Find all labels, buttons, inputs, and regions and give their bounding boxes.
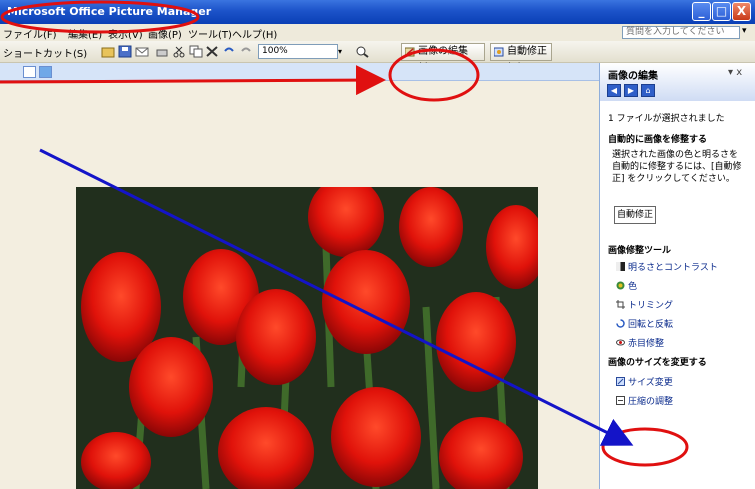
menu-help[interactable]: ヘルプ(H) xyxy=(232,26,277,41)
color-label: 色 xyxy=(628,282,638,292)
edit-pictures-task-pane: 画像の編集 ▾ x ◀ ▶ ⌂ 1 ファイルが選択されました 自動的に画像を修整… xyxy=(599,63,755,489)
back-icon[interactable]: ◀ xyxy=(607,84,621,97)
maximize-button[interactable]: □ xyxy=(712,2,731,21)
print-icon[interactable] xyxy=(155,45,169,58)
task-pane-close-icon[interactable]: ▾ x xyxy=(728,67,742,78)
menu-edit[interactable]: 編集(E) xyxy=(68,26,102,41)
zoom-icon[interactable] xyxy=(355,45,369,58)
selection-status: 1 ファイルが選択されました xyxy=(608,114,725,124)
title-bar: Microsoft Office Picture Manager _ □ X xyxy=(0,0,755,24)
open-folder-icon[interactable] xyxy=(101,45,115,58)
task-pane-title: 画像の編集 xyxy=(608,71,658,82)
window-title: Microsoft Office Picture Manager xyxy=(7,5,212,18)
delete-icon[interactable] xyxy=(205,45,219,58)
pane-auto-correct-button[interactable]: 自動修正 xyxy=(614,206,656,224)
brightness-contrast-label: 明るさとコントラスト xyxy=(628,263,718,273)
copy-icon[interactable] xyxy=(189,45,203,58)
zoom-combo[interactable]: 100% xyxy=(258,44,338,59)
picture-canvas xyxy=(0,81,599,489)
undo-icon[interactable] xyxy=(222,45,236,58)
compress-icon xyxy=(616,396,625,405)
minimize-button[interactable]: _ xyxy=(692,2,711,21)
color-link[interactable]: 色 xyxy=(616,279,637,292)
email-icon[interactable] xyxy=(135,45,149,58)
save-icon[interactable] xyxy=(118,45,132,58)
view-mode-bar xyxy=(0,63,599,81)
resize-label: サイズ変更 xyxy=(628,378,673,388)
menu-tools[interactable]: ツール(T) xyxy=(188,26,232,41)
crop-label: トリミング xyxy=(628,301,674,311)
resize-icon xyxy=(616,377,625,386)
thumbnail-view-icon[interactable] xyxy=(23,66,36,78)
rotate-icon xyxy=(616,319,625,328)
edit-picture-icon xyxy=(405,47,415,57)
crop-icon xyxy=(616,300,625,309)
cut-icon[interactable] xyxy=(172,45,186,58)
resize-link[interactable]: サイズ変更 xyxy=(616,375,673,388)
resize-section-heading: 画像のサイズを変更する xyxy=(608,358,707,368)
home-icon[interactable]: ⌂ xyxy=(641,84,655,97)
menu-picture[interactable]: 画像(P) xyxy=(148,26,182,41)
red-eye-label: 赤目修整 xyxy=(628,339,665,349)
rotate-flip-link[interactable]: 回転と反転 xyxy=(616,317,673,330)
task-pane-header: 画像の編集 ▾ x ◀ ▶ ⌂ xyxy=(600,63,755,101)
compress-link[interactable]: 圧縮の調整 xyxy=(616,394,673,407)
red-eye-icon xyxy=(616,339,625,346)
editing-tools-heading: 画像修整ツール xyxy=(608,246,672,256)
color-icon xyxy=(616,281,625,290)
redo-icon[interactable] xyxy=(239,45,253,58)
menu-file[interactable]: ファイル(F) xyxy=(3,26,57,41)
rotate-flip-label: 回転と反転 xyxy=(628,320,674,330)
shortcuts-button[interactable]: ショートカット(S) xyxy=(3,45,87,60)
zoom-dropdown-icon[interactable]: ▾ xyxy=(338,44,348,59)
red-eye-link[interactable]: 赤目修整 xyxy=(616,336,664,349)
picture-manager-window: Microsoft Office Picture Manager _ □ X フ… xyxy=(0,0,755,489)
brightness-contrast-link[interactable]: 明るさとコントラスト xyxy=(616,260,718,273)
tulip-photo[interactable] xyxy=(76,187,538,489)
single-picture-view-icon[interactable] xyxy=(39,66,52,78)
auto-correct-button[interactable]: 自動修正(A) xyxy=(490,43,552,73)
edit-pictures-button[interactable]: 画像の編集(I)... xyxy=(401,43,485,73)
menu-view[interactable]: 表示(V) xyxy=(108,26,143,41)
compress-label: 圧縮の調整 xyxy=(628,397,674,407)
auto-correct-description: 選択された画像の色と明るさを自動的に修整するには、[自動修正] をクリックしてく… xyxy=(612,150,742,184)
help-search-input[interactable]: 質問を入力してください xyxy=(622,26,740,39)
crop-link[interactable]: トリミング xyxy=(616,298,673,311)
forward-icon[interactable]: ▶ xyxy=(624,84,638,97)
standard-toolbar: ショートカット(S) 100% ▾ 画像の編集(I)... 自動修正(A) xyxy=(0,41,755,73)
auto-correct-icon xyxy=(494,47,504,57)
close-button[interactable]: X xyxy=(732,2,751,21)
auto-correct-section-heading: 自動的に画像を修整する xyxy=(608,135,708,145)
brightness-icon xyxy=(616,262,625,271)
help-dropdown-icon[interactable]: ▾ xyxy=(742,26,747,36)
